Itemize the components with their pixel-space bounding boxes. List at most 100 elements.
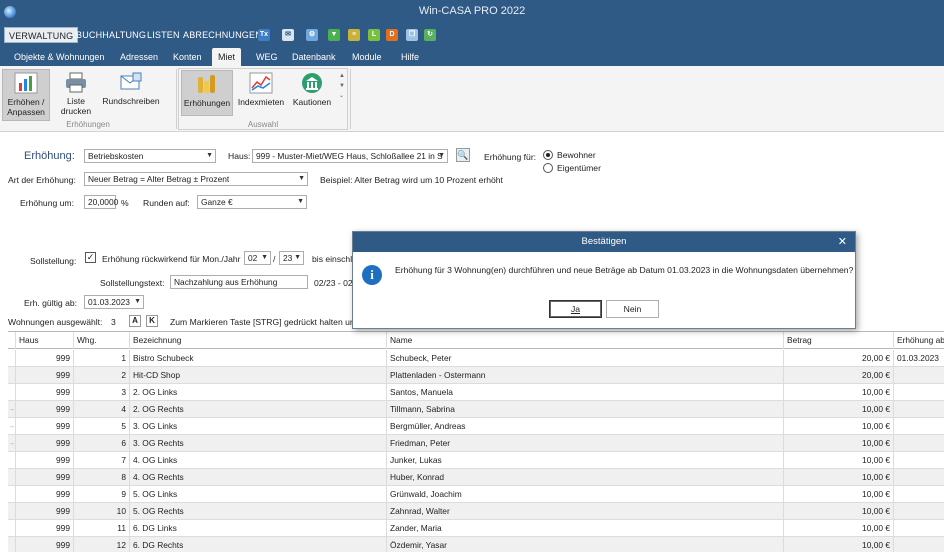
table-row[interactable]: 999 9 5. OG Links Grünwald, Joachim 10,00 €: [8, 486, 944, 503]
radio-bewohner[interactable]: [543, 150, 553, 160]
cell-haus: 999: [16, 452, 74, 469]
tab-weg[interactable]: WEG: [250, 48, 284, 66]
cell-haus: 999: [16, 418, 74, 435]
indexmieten-button[interactable]: Indexmieten: [235, 70, 287, 116]
menu-abrechnungen[interactable]: ABRECHNUNGEN: [179, 27, 266, 43]
cell-bez: 2. OG Links: [130, 384, 387, 401]
table-row[interactable]: → 999 5 3. OG Links Bergmüller, Andreas 10,00…: [8, 418, 944, 435]
refresh-icon[interactable]: ↻: [424, 29, 436, 41]
rundschreiben-label: Rundschreiben: [102, 96, 160, 106]
tx-icon[interactable]: Tx: [258, 29, 270, 41]
gueltig-value: 01.03.2023: [88, 297, 130, 307]
runden-select[interactable]: Ganze € ▼: [197, 195, 307, 209]
table-row[interactable]: 999 10 5. OG Rechts Zahnrad, Walter 10,00 €: [8, 503, 944, 520]
download-icon[interactable]: ▼: [328, 29, 340, 41]
liste-label-1: Liste: [67, 96, 85, 106]
select-none-button[interactable]: K: [146, 315, 158, 327]
menu-buchhaltung[interactable]: BUCHHALTUNG: [72, 27, 150, 43]
kautionen-button[interactable]: Kautionen: [289, 70, 335, 116]
monat-select[interactable]: 02 ▼: [244, 251, 271, 265]
art-select[interactable]: Neuer Betrag = Alter Betrag ± Prozent ▼: [84, 172, 308, 186]
cell-betrag: 10,00 €: [784, 486, 894, 503]
erh-um-input[interactable]: 20,0000: [84, 195, 118, 209]
gallery-scroll[interactable]: ▲ ▼ ⌄: [339, 71, 345, 101]
table-row[interactable]: 999 1 Bistro Schubeck Schubeck, Peter 20,00 …: [8, 350, 944, 367]
table-row[interactable]: 999 3 2. OG Links Santos, Manuela 10,00 €: [8, 384, 944, 401]
table-row[interactable]: → 999 6 3. OG Rechts Friedman, Peter 10,00 €: [8, 435, 944, 452]
tab-hilfe[interactable]: Hilfe: [395, 48, 425, 66]
tab-datenbank[interactable]: Datenbank: [286, 48, 342, 66]
cell-bez: Bistro Schubeck: [130, 350, 387, 367]
liste-drucken-button[interactable]: Liste drucken: [56, 69, 96, 121]
radio-bewohner-label: Bewohner: [557, 150, 596, 160]
erhoehen-anpassen-button[interactable]: Erhöhen / Anpassen: [2, 69, 50, 121]
cell-bez: 4. OG Rechts: [130, 469, 387, 486]
tab-miet[interactable]: Miet: [212, 48, 242, 66]
table-row[interactable]: 999 8 4. OG Rechts Huber, Konrad 10,00 €: [8, 469, 944, 486]
erhoehung-select[interactable]: Betriebskosten ▼: [84, 149, 216, 163]
menu-verwaltung[interactable]: VERWALTUNG: [4, 27, 79, 43]
cell-haus: 999: [16, 503, 74, 520]
table-row[interactable]: 999 12 6. DG Rechts Özdemir, Yasar 10,00 €: [8, 537, 944, 552]
cell-whg: 2: [74, 367, 130, 384]
cell-haus: 999: [16, 401, 74, 418]
tab-konten[interactable]: Konten: [167, 48, 208, 66]
yes-label: Ja: [570, 304, 581, 314]
col-whg[interactable]: Whg.: [74, 332, 130, 349]
hint-text: Zum Markieren Taste [STRG] gedrückt halt…: [170, 317, 360, 327]
col-bezeichnung[interactable]: Bezeichnung: [130, 332, 387, 349]
chevron-down-icon: ▼: [206, 152, 213, 159]
erhoehungen-button[interactable]: Erhöhungen: [181, 70, 233, 116]
cell-bez: 2. OG Rechts: [130, 401, 387, 418]
cell-ab: [894, 367, 944, 384]
cell-bez: 5. OG Rechts: [130, 503, 387, 520]
rundschreiben-button[interactable]: Rundschreiben: [100, 69, 162, 121]
col-haus[interactable]: Haus: [16, 332, 74, 349]
cell-betrag: 10,00 €: [784, 418, 894, 435]
dialog-message: Erhöhung für 3 Wohnung(en) durchführen u…: [395, 265, 854, 275]
rueckwirkend-checkbox[interactable]: ✓: [85, 252, 96, 263]
tab-adressen[interactable]: Adressen: [114, 48, 164, 66]
l-icon[interactable]: L: [368, 29, 380, 41]
menu-listen[interactable]: LISTEN: [143, 27, 184, 43]
cell-whg: 11: [74, 520, 130, 537]
jahr-select[interactable]: 23 ▼: [279, 251, 304, 265]
yes-button[interactable]: Ja: [549, 300, 602, 318]
table-row[interactable]: → 999 4 2. OG Rechts Tillmann, Sabrina 10,00 …: [8, 401, 944, 418]
gear-icon[interactable]: ⚙: [306, 29, 318, 41]
table-row[interactable]: 999 7 4. OG Links Junker, Lukas 10,00 €: [8, 452, 944, 469]
col-betrag[interactable]: Betrag: [784, 332, 894, 349]
select-all-button[interactable]: A: [129, 315, 141, 327]
row-indicator: [8, 520, 16, 537]
cell-whg: 7: [74, 452, 130, 469]
haus-select[interactable]: 999 - Muster-Miet/WEG Haus, Schloßallee …: [252, 149, 448, 163]
group-label-erhoehungen: Erhöhungen: [66, 120, 110, 129]
table-row[interactable]: 999 11 6. DG Links Zander, Maria 10,00 €: [8, 520, 944, 537]
percent-label: %: [121, 198, 129, 208]
col-erhoehung-ab[interactable]: Erhöhung ab: [894, 332, 944, 349]
list-icon[interactable]: ≡: [348, 29, 360, 41]
cell-name: Huber, Konrad: [387, 469, 784, 486]
cell-name: Tillmann, Sabrina: [387, 401, 784, 418]
gueltig-select[interactable]: 01.03.2023 ▼: [84, 295, 144, 309]
copy-icon[interactable]: ❐: [406, 29, 418, 41]
tab-module[interactable]: Module: [346, 48, 388, 66]
mail-icon[interactable]: ✉: [282, 29, 294, 41]
cell-name: Santos, Manuela: [387, 384, 784, 401]
no-button[interactable]: Nein: [606, 300, 659, 318]
cell-bez: 6. DG Rechts: [130, 537, 387, 552]
coins-icon: [195, 73, 219, 95]
tab-objekte[interactable]: Objekte & Wohnungen: [8, 48, 110, 66]
row-indicator: →: [8, 401, 16, 418]
table-row[interactable]: 999 2 Hit-CD Shop Plattenladen - Ostermann 2…: [8, 367, 944, 384]
cell-bez: 4. OG Links: [130, 452, 387, 469]
radio-eigentuemer[interactable]: [543, 163, 553, 173]
close-icon[interactable]: ✕: [838, 232, 847, 252]
chevron-down-icon: ▼: [134, 298, 141, 305]
search-icon[interactable]: 🔍: [456, 148, 470, 162]
row-indicator: [8, 486, 16, 503]
document-icon[interactable]: D: [386, 29, 398, 41]
solltext-input[interactable]: Nachzahlung aus Erhöhung: [170, 275, 308, 289]
col-name[interactable]: Name: [387, 332, 784, 349]
cell-haus: 999: [16, 435, 74, 452]
